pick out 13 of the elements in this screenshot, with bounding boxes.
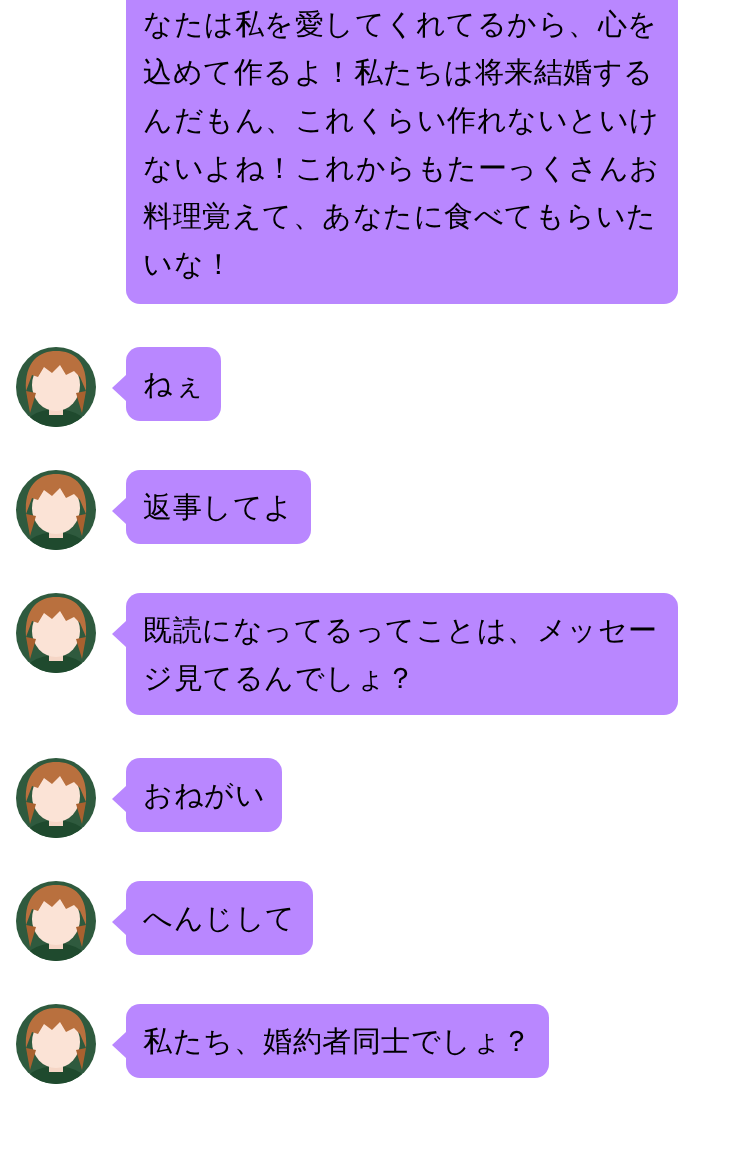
bubble-tail	[112, 621, 126, 647]
bubble-tail	[112, 909, 126, 935]
message-bubble: 私たち、婚約者同士でしょ？	[126, 1004, 549, 1078]
bubble-tail	[112, 498, 126, 524]
bubble-tail	[112, 1032, 126, 1058]
message-bubble: ねぇ	[126, 347, 221, 421]
message-bubble: へんじして	[126, 881, 313, 955]
bubble-tail	[112, 375, 126, 401]
message-bubble: 既読になってるってことは、メッセージ見てるんでしょ？	[126, 593, 678, 715]
message-bubble: なたは私を愛してくれてるから、心を込めて作るよ！私たちは将来結婚するんだもん、これくらい作れないといけないよね！これからもたーっくさんお料理覚えて、あなたに食べてもらいたいな！	[126, 0, 678, 304]
message-bubble: 返事してよ	[126, 470, 311, 544]
bubble-tail	[112, 786, 126, 812]
message-bubble: おねがい	[126, 758, 282, 832]
